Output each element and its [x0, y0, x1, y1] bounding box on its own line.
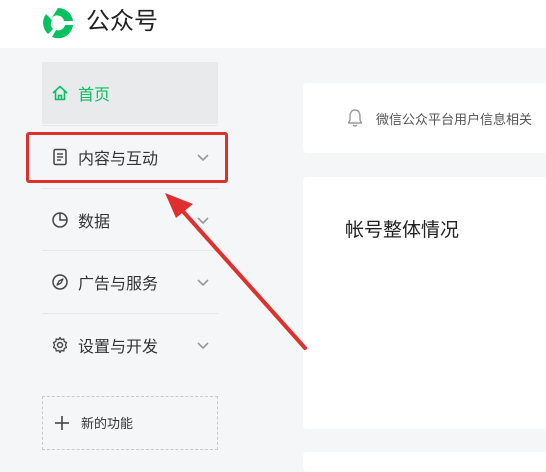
notice-text: 微信公众平台用户信息相关 [376, 113, 533, 128]
app-title: 公众号 [86, 7, 158, 35]
sidebar-item-data[interactable]: 数据 [42, 189, 218, 251]
sidebar-item-ads-services[interactable]: 广告与服务 [42, 251, 218, 313]
new-feature-button[interactable]: 新的功能 [42, 396, 218, 450]
sidebar-item-label: 设置与开发 [78, 337, 159, 356]
compass-icon [52, 274, 68, 290]
chevron-down-icon[interactable] [196, 213, 210, 227]
home-icon [52, 85, 68, 101]
sidebar-item-home[interactable]: 首页 [42, 62, 218, 124]
plus-icon [55, 416, 69, 430]
sidebar-item-label: 数据 [78, 212, 111, 231]
pie-chart-icon [52, 212, 68, 228]
highlight-box [26, 132, 228, 183]
account-overview-card: 帐号整体情况 [303, 177, 546, 429]
gear-icon [52, 336, 68, 354]
top-bar: 公众号 [0, 0, 546, 48]
sidebar-item-label: 首页 [78, 85, 111, 104]
account-overview-title: 帐号整体情况 [345, 219, 460, 241]
new-feature-label: 新的功能 [81, 417, 134, 432]
wechat-official-account-logo-icon[interactable] [40, 5, 76, 41]
chevron-down-icon[interactable] [196, 338, 210, 352]
content-card [303, 452, 546, 472]
sidebar-item-label: 广告与服务 [78, 274, 159, 293]
sidebar-item-settings-development[interactable]: 设置与开发 [42, 314, 218, 376]
notice-bar[interactable]: 微信公众平台用户信息相关 [303, 83, 546, 153]
chevron-down-icon[interactable] [196, 275, 210, 289]
bell-icon [347, 109, 363, 127]
